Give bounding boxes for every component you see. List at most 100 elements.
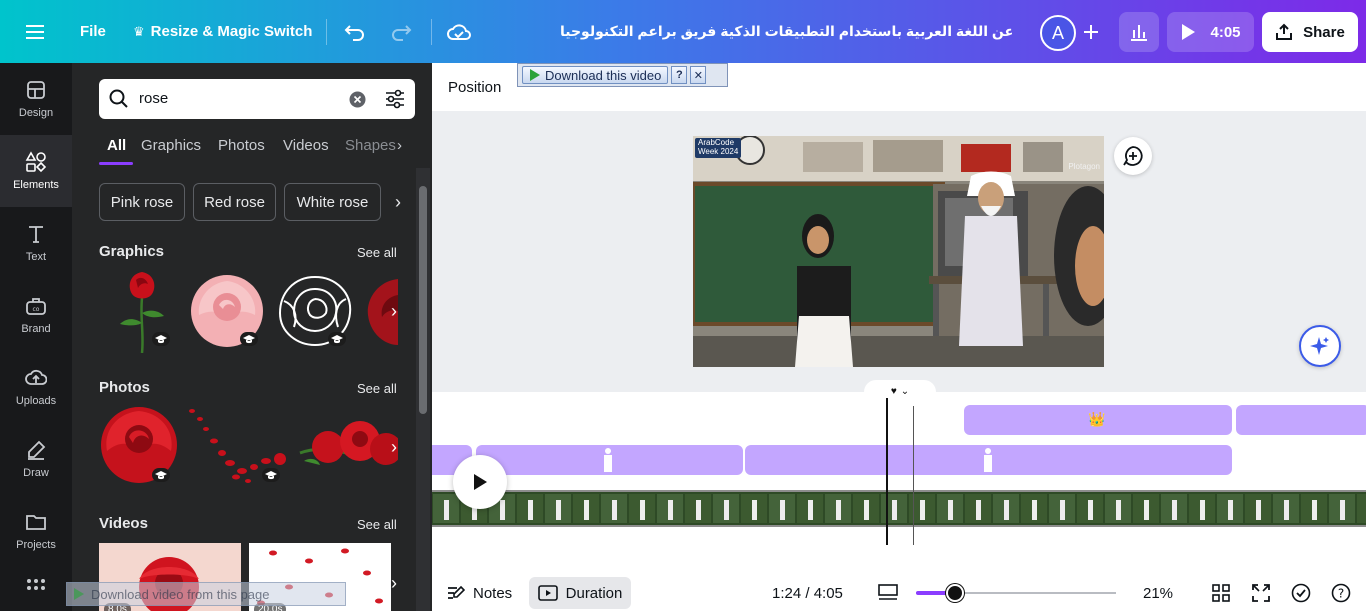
resize-magic-switch-button[interactable]: ♛ Resize & Magic Switch	[133, 0, 312, 63]
magic-assistant-button[interactable]	[1299, 325, 1341, 367]
download-video-button[interactable]: Download this video	[522, 66, 669, 84]
tab-photos[interactable]: Photos	[218, 137, 265, 154]
tab-videos[interactable]: Videos	[283, 137, 329, 154]
resize-label: Resize & Magic Switch	[150, 23, 313, 40]
rail-item-apps[interactable]	[0, 567, 72, 611]
chip-white-rose[interactable]: White rose	[284, 183, 381, 221]
zoom-slider-knob[interactable]	[946, 584, 964, 602]
character-thumbnail-icon	[604, 448, 612, 472]
heart-marker-icon: ♥	[890, 385, 897, 397]
clear-search-icon[interactable]	[349, 91, 366, 108]
tab-all[interactable]: All	[107, 137, 126, 154]
tab-graphics[interactable]: Graphics	[141, 137, 201, 154]
panel-scroll-thumb[interactable]	[419, 186, 427, 414]
videos-next-icon[interactable]: ›	[384, 563, 404, 603]
timeline-clip-overlay[interactable]	[1236, 405, 1366, 435]
photos-see-all-link[interactable]: See all	[357, 381, 397, 396]
filter-sliders-icon[interactable]	[385, 89, 405, 109]
download-video-page-overlay[interactable]: Download video from this page	[66, 582, 346, 606]
filmstrip-figure	[1088, 500, 1093, 520]
zoom-percentage[interactable]: 21%	[1143, 577, 1173, 609]
filmstrip-figure	[724, 500, 729, 520]
chips-next-icon[interactable]: ›	[387, 183, 409, 221]
redo-icon[interactable]	[390, 0, 412, 63]
search-box[interactable]: rose	[99, 79, 415, 119]
videos-see-all-link[interactable]: See all	[357, 517, 397, 532]
chip-pink-rose[interactable]: Pink rose	[99, 183, 185, 221]
premium-cap-icon	[328, 332, 346, 346]
apps-grid-icon	[27, 579, 45, 590]
rail-item-text[interactable]: Text	[0, 207, 72, 279]
notes-button[interactable]: Notes	[447, 577, 512, 609]
photos-next-icon[interactable]: ›	[384, 427, 404, 467]
undo-icon[interactable]	[344, 0, 366, 63]
filmstrip-figure	[612, 500, 617, 520]
video-filmstrip[interactable]	[432, 490, 1366, 527]
rail-label: Text	[25, 251, 47, 263]
help-icon[interactable]: ?	[1331, 577, 1351, 609]
filmstrip-figure	[836, 500, 841, 520]
design-title[interactable]: ...ة عن اللغة العربية باستخدام التطبيقات…	[560, 0, 1012, 63]
add-comment-button[interactable]	[1114, 137, 1152, 175]
crown-icon: ♛	[133, 23, 145, 39]
filmstrip-figure	[1116, 500, 1121, 520]
timeline-clip-scene[interactable]	[745, 445, 1232, 475]
timeline-clip-scene[interactable]	[476, 445, 743, 475]
playhead-handle[interactable]: ♥ ⌄	[864, 380, 936, 402]
rail-label: Uploads	[15, 395, 57, 407]
insights-button[interactable]	[1119, 12, 1159, 52]
position-button[interactable]: Position	[448, 79, 501, 96]
close-icon[interactable]: ✕	[690, 66, 707, 84]
search-input[interactable]: rose	[139, 90, 168, 107]
active-tab-indicator	[99, 162, 133, 165]
file-menu[interactable]: File	[80, 0, 106, 63]
timeline-clip-overlay[interactable]: 👑	[964, 405, 1232, 435]
filmstrip-figure	[1032, 500, 1037, 520]
filmstrip-figure	[1060, 500, 1065, 520]
hover-line	[913, 406, 914, 545]
pen-icon	[28, 440, 46, 460]
rail-item-projects[interactable]: Projects	[0, 495, 72, 567]
tabs-next-icon[interactable]: ›	[397, 137, 402, 154]
graphics-see-all-link[interactable]: See all	[357, 245, 397, 260]
fullscreen-icon[interactable]	[1252, 577, 1270, 609]
rail-item-elements[interactable]: Elements	[0, 135, 72, 207]
share-button[interactable]: Share	[1262, 12, 1358, 52]
filmstrip-figure	[752, 500, 757, 520]
panel-scrollbar[interactable]	[416, 168, 430, 611]
shapes-icon	[25, 151, 47, 173]
filmstrip-figure	[1200, 500, 1205, 520]
rail-label: Projects	[16, 539, 56, 551]
grid-view-icon[interactable]	[1212, 577, 1230, 609]
duration-button[interactable]: Duration	[529, 577, 631, 609]
rail-item-uploads[interactable]: Uploads	[0, 351, 72, 423]
timeline-play-button[interactable]	[453, 455, 507, 509]
design-canvas-video[interactable]: ArabCode Week 2024 Plotagon	[693, 136, 1104, 367]
tab-shapes[interactable]: Shapes	[345, 137, 396, 154]
help-icon[interactable]: ?	[671, 66, 688, 84]
hamburger-menu-icon[interactable]	[26, 0, 46, 63]
playhead[interactable]	[886, 398, 888, 545]
present-button[interactable]: 4:05	[1167, 12, 1254, 52]
chip-red-rose[interactable]: Red rose	[193, 183, 276, 221]
filmstrip-figure	[1144, 500, 1149, 520]
download-page-label: Download video from this page	[91, 586, 270, 602]
rail-item-draw[interactable]: Draw	[0, 423, 72, 495]
page-view-icon[interactable]	[878, 577, 898, 609]
red-roses-bouquet-photo[interactable]	[296, 413, 398, 479]
classroom-scene-image	[693, 136, 1104, 367]
notes-pen-icon	[448, 585, 465, 599]
rail-item-brand[interactable]: co Brand	[0, 279, 72, 351]
check-circle-icon[interactable]	[1291, 577, 1311, 609]
cloud-saved-icon[interactable]	[447, 0, 471, 63]
rail-item-design[interactable]: Design	[0, 63, 72, 135]
rail-label: Brand	[21, 323, 51, 335]
photos-section-title: Photos	[99, 379, 150, 396]
filmstrip-figure	[500, 500, 505, 520]
graphics-next-icon[interactable]: ›	[384, 291, 404, 331]
divider	[326, 19, 327, 45]
filmstrip-figure	[780, 500, 785, 520]
add-collaborator-icon[interactable]	[1081, 0, 1101, 63]
svg-text:co: co	[33, 306, 40, 313]
avatar[interactable]: A	[1040, 15, 1076, 51]
